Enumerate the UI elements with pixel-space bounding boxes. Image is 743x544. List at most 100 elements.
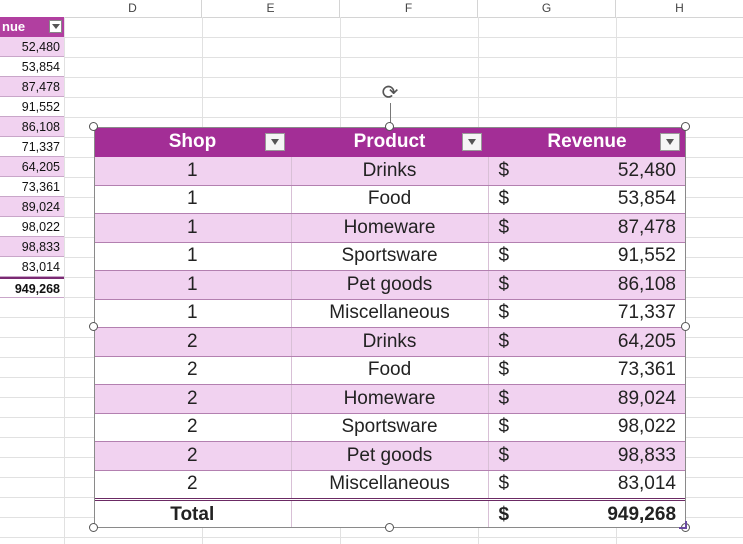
revenue-cell[interactable]: 53,854	[0, 57, 64, 77]
revenue-column-partial: nue 52,480 53,854 87,478 91,552 86,108 71,337…	[0, 17, 64, 298]
product-cell: Miscellaneous	[291, 470, 489, 500]
revenue-cell[interactable]: 64,205	[0, 157, 64, 177]
grid-row-line	[0, 117, 743, 118]
currency-cell: $	[488, 185, 540, 214]
grid-row-line	[0, 77, 743, 78]
resize-handle-bottom[interactable]	[385, 523, 394, 532]
shop-cell: 2	[94, 384, 292, 414]
table-row: 1 Sportsware $91,552	[94, 242, 687, 271]
product-cell: Food	[291, 185, 489, 214]
grid-row-line	[0, 537, 743, 538]
revenue-header-label: Revenue	[547, 131, 627, 152]
table-row: 2 Pet goods $98,833	[94, 441, 687, 471]
revenue-cell[interactable]: 52,480	[0, 37, 64, 57]
filter-dropdown-icon[interactable]	[265, 133, 285, 151]
shop-cell: 1	[94, 157, 292, 186]
revenue-cell: 71,337	[540, 299, 687, 328]
revenue-cell: 64,205	[540, 327, 687, 357]
revenue-cell: 86,108	[540, 270, 687, 300]
filter-dropdown-icon[interactable]	[462, 133, 482, 151]
product-cell: Miscellaneous	[291, 299, 489, 328]
currency-cell: $	[488, 242, 540, 271]
revenue-total-cell[interactable]: 949,268	[0, 277, 64, 298]
revenue-cell: 53,854	[540, 185, 687, 214]
total-label: Total	[94, 498, 292, 528]
product-cell: Homeware	[291, 213, 489, 243]
table-row: 1 Homeware $87,478	[94, 213, 687, 243]
rotate-handle-stem	[390, 103, 391, 123]
revenue-cell: 83,014	[540, 470, 687, 500]
table-row: 1 Pet goods $86,108	[94, 270, 687, 300]
currency-cell: $	[488, 470, 540, 500]
revenue-cell[interactable]: 86,108	[0, 117, 64, 137]
product-cell: Pet goods	[291, 270, 489, 300]
revenue-cell[interactable]: 87,478	[0, 77, 64, 97]
resize-handle-top[interactable]	[385, 122, 394, 131]
shop-cell: 2	[94, 356, 292, 385]
total-currency: $	[488, 498, 540, 528]
currency-cell: $	[488, 299, 540, 328]
revenue-header-label: nue	[2, 19, 26, 34]
product-cell: Sportsware	[291, 413, 489, 442]
table-row: 2 Drinks $64,205	[94, 327, 687, 357]
currency-cell: $	[488, 270, 540, 300]
grid-row-line	[0, 57, 743, 58]
revenue-cell[interactable]: 98,022	[0, 217, 64, 237]
product-cell: Drinks	[291, 327, 489, 357]
total-revenue: 949,268	[540, 498, 687, 528]
column-header-e[interactable]: E	[202, 0, 340, 17]
table-row: 1 Food $53,854	[94, 185, 687, 214]
filter-dropdown-icon[interactable]	[660, 133, 681, 151]
shop-cell: 2	[94, 470, 292, 500]
product-cell: Homeware	[291, 384, 489, 414]
filter-dropdown-icon[interactable]	[49, 20, 62, 33]
shop-cell: 1	[94, 270, 292, 300]
revenue-cell[interactable]: 83,014	[0, 257, 64, 277]
resize-corner-icon	[679, 521, 687, 529]
resize-handle-right[interactable]	[681, 322, 690, 331]
revenue-cell: 52,480	[540, 157, 687, 186]
currency-cell: $	[488, 327, 540, 357]
revenue-cell[interactable]: 89,024	[0, 197, 64, 217]
column-header-g[interactable]: G	[478, 0, 616, 17]
currency-cell: $	[488, 356, 540, 385]
currency-cell: $	[488, 413, 540, 442]
product-cell: Sportsware	[291, 242, 489, 271]
revenue-cell[interactable]: 98,833	[0, 237, 64, 257]
shop-cell: 2	[94, 413, 292, 442]
column-header-d[interactable]: D	[64, 0, 202, 17]
rotate-handle-icon[interactable]: ⟳	[380, 83, 400, 103]
table-row: 1 Drinks $52,480	[94, 157, 687, 186]
revenue-cell[interactable]: 73,361	[0, 177, 64, 197]
table-row: 2 Homeware $89,024	[94, 384, 687, 414]
shop-cell: 2	[94, 441, 292, 471]
shop-cell: 1	[94, 213, 292, 243]
revenue-cell[interactable]: 71,337	[0, 137, 64, 157]
revenue-cell[interactable]: 91,552	[0, 97, 64, 117]
product-header-label: Product	[353, 131, 426, 152]
shop-cell: 1	[94, 299, 292, 328]
column-header-f[interactable]: F	[340, 0, 478, 17]
shop-cell: 2	[94, 327, 292, 357]
column-header-h[interactable]: H	[616, 0, 743, 17]
resize-handle-bottom-left[interactable]	[89, 523, 98, 532]
table-row: 1 Miscellaneous $71,337	[94, 299, 687, 328]
resize-handle-top-right[interactable]	[681, 122, 690, 131]
revenue-header-cell[interactable]: nue	[0, 17, 64, 37]
resize-handle-left[interactable]	[89, 322, 98, 331]
revenue-cell: 98,833	[540, 441, 687, 471]
table-row: 2 Miscellaneous $83,014	[94, 470, 687, 500]
grid-column-line	[64, 17, 65, 544]
revenue-cell: 89,024	[540, 384, 687, 414]
revenue-cell: 87,478	[540, 213, 687, 243]
resize-handle-top-left[interactable]	[89, 122, 98, 131]
currency-cell: $	[488, 441, 540, 471]
column-header-bar: D E F G H	[0, 0, 743, 18]
currency-cell: $	[488, 213, 540, 243]
table-picture[interactable]: Shop Product Revenue 1 Drinks $52,480 1 Food…	[94, 127, 687, 528]
grid-row-line	[0, 37, 743, 38]
product-cell: Drinks	[291, 157, 489, 186]
revenue-cell: 91,552	[540, 242, 687, 271]
table-row: 2 Food $73,361	[94, 356, 687, 385]
revenue-cell: 98,022	[540, 413, 687, 442]
